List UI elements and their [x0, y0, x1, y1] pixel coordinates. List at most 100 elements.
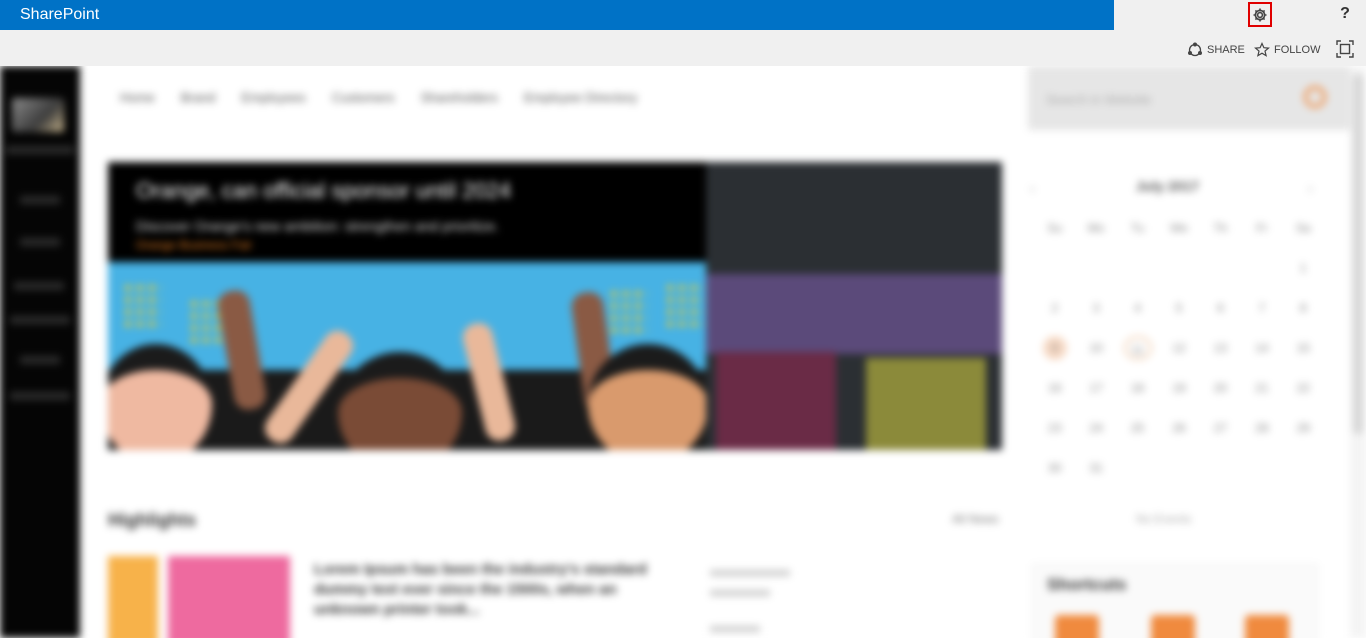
calendar-grid: Su Mo Tu We Th Fr Sa 1 2 3 4 5 6 7 8 9 10 11 12 13 14 15 16 17 1… — [1034, 216, 1324, 480]
hero-link[interactable]: Orange Business Fair — [136, 238, 252, 252]
news-card-text[interactable]: Lorem Ipsum has been the industry's stan… — [314, 560, 672, 620]
main-content: Home Brand Employees Customers Sharehold… — [80, 66, 1028, 638]
calendar-day[interactable]: 3 — [1075, 296, 1116, 320]
calendar-day — [1241, 256, 1282, 280]
calendar-day[interactable]: 9 — [1042, 336, 1067, 360]
right-sidebar: Search in Website ‹ July 2017 › Su Mo Tu We… — [1028, 66, 1350, 638]
page-scrollbar[interactable] — [1350, 66, 1366, 638]
all-news-link[interactable]: All News — [952, 512, 999, 526]
hero-side-panel — [706, 162, 1002, 450]
stadium-lights — [608, 288, 648, 338]
calendar-day[interactable]: 5 — [1158, 296, 1199, 320]
suite-bar: SharePoint ? — [0, 0, 1366, 30]
highlights-heading: Highlights — [108, 510, 196, 530]
calendar-month: July 2017 — [1136, 178, 1200, 194]
search-placeholder: Search in Website — [1046, 92, 1152, 107]
calendar-day[interactable]: 26 — [1158, 416, 1199, 440]
page-content: Home Brand Employees Customers Sharehold… — [0, 66, 1366, 638]
nav-item-home[interactable]: Home — [120, 90, 155, 105]
calendar-day — [1117, 456, 1158, 480]
share-button[interactable]: SHARE — [1187, 42, 1245, 58]
blurred-layer: Home Brand Employees Customers Sharehold… — [0, 66, 1366, 638]
calendar-day — [1200, 456, 1241, 480]
calendar-day[interactable]: 23 — [1034, 416, 1075, 440]
settings-button[interactable] — [1248, 2, 1272, 27]
rail-line — [20, 356, 60, 364]
shortcut-tile[interactable] — [1151, 615, 1195, 638]
nav-item-employee-directory[interactable]: Employee Directory — [524, 90, 637, 105]
calendar-day[interactable]: 11 — [1123, 336, 1152, 360]
nav-item-customers[interactable]: Customers — [332, 90, 395, 105]
hero-carousel[interactable]: Orange, can official sponsor until 2024 … — [108, 162, 1002, 450]
calendar-day[interactable]: 22 — [1283, 376, 1324, 400]
calendar-day — [1075, 256, 1116, 280]
nav-item-brand[interactable]: Brand — [181, 90, 216, 105]
calendar-day[interactable]: 31 — [1075, 456, 1116, 480]
calendar-day — [1158, 256, 1199, 280]
calendar-day[interactable]: 25 — [1117, 416, 1158, 440]
calendar-day[interactable]: 10 — [1075, 336, 1116, 360]
calendar-weekday: Fr — [1256, 221, 1268, 235]
calendar-day[interactable]: 4 — [1117, 296, 1158, 320]
calendar-next-icon[interactable]: › — [1308, 180, 1313, 196]
news-meta — [710, 590, 770, 596]
shortcuts-panel: Shortcuts — [1032, 564, 1318, 638]
rail-line — [10, 316, 70, 324]
news-meta — [710, 626, 760, 632]
rail-line — [10, 392, 70, 400]
calendar-weekday: Th — [1213, 221, 1228, 235]
calendar-day[interactable]: 17 — [1075, 376, 1116, 400]
brand-bar: SharePoint — [0, 0, 1114, 30]
calendar-day[interactable]: 1 — [1283, 256, 1324, 280]
focus-on-content-button[interactable] — [1336, 40, 1354, 58]
gear-icon — [1253, 8, 1267, 21]
search-box[interactable]: Search in Website — [1028, 66, 1350, 130]
calendar-day[interactable]: 20 — [1200, 376, 1241, 400]
calendar-weekday: Su — [1047, 221, 1063, 235]
calendar-day[interactable]: 30 — [1034, 456, 1075, 480]
no-events-label: No Events — [1136, 512, 1192, 526]
calendar-weekday: Tu — [1130, 221, 1145, 235]
calendar-day[interactable]: 19 — [1158, 376, 1199, 400]
calendar-day[interactable]: 2 — [1034, 296, 1075, 320]
calendar-day[interactable]: 15 — [1283, 336, 1324, 360]
follow-label: FOLLOW — [1274, 44, 1321, 56]
calendar-day — [1117, 256, 1158, 280]
calendar-day[interactable]: 18 — [1117, 376, 1158, 400]
hero-title: Orange, can official sponsor until 2024 — [136, 178, 512, 203]
help-button[interactable]: ? — [1336, 5, 1354, 25]
photo-tile — [716, 352, 836, 450]
calendar-day[interactable]: 24 — [1075, 416, 1116, 440]
calendar-day[interactable]: 28 — [1241, 416, 1282, 440]
news-thumbnail[interactable] — [108, 556, 158, 638]
scrollbar-thumb[interactable] — [1353, 74, 1363, 434]
rail-line — [6, 146, 74, 154]
news-thumbnail[interactable] — [168, 556, 290, 638]
nav-item-shareholders[interactable]: Shareholders — [421, 90, 498, 105]
rail-line — [20, 196, 60, 204]
shortcut-tile[interactable] — [1055, 615, 1099, 638]
calendar-weekday: We — [1170, 221, 1188, 235]
calendar-prev-icon[interactable]: ‹ — [1030, 180, 1035, 196]
calendar-day[interactable]: 12 — [1158, 336, 1199, 360]
rail-line — [14, 282, 64, 290]
calendar-day[interactable]: 21 — [1241, 376, 1282, 400]
hero-subtitle: Discover Orange's new ambition: strength… — [136, 218, 499, 234]
shortcut-tile[interactable] — [1245, 615, 1289, 638]
calendar-day[interactable]: 27 — [1200, 416, 1241, 440]
calendar-day[interactable]: 16 — [1034, 376, 1075, 400]
calendar-day[interactable]: 7 — [1241, 296, 1282, 320]
follow-button[interactable]: FOLLOW — [1254, 42, 1320, 58]
calendar-day[interactable]: 8 — [1283, 296, 1324, 320]
search-icon[interactable] — [1304, 86, 1326, 108]
calendar-day[interactable]: 14 — [1241, 336, 1282, 360]
star-icon — [1254, 42, 1270, 57]
photo-tile — [706, 274, 1002, 354]
calendar-day[interactable]: 13 — [1200, 336, 1241, 360]
calendar-day[interactable]: 6 — [1200, 296, 1241, 320]
sharepoint-brand-link[interactable]: SharePoint — [20, 6, 99, 24]
nav-item-employees[interactable]: Employees — [241, 90, 305, 105]
left-rail — [0, 66, 80, 638]
calendar-day — [1200, 256, 1241, 280]
calendar-day[interactable]: 29 — [1283, 416, 1324, 440]
